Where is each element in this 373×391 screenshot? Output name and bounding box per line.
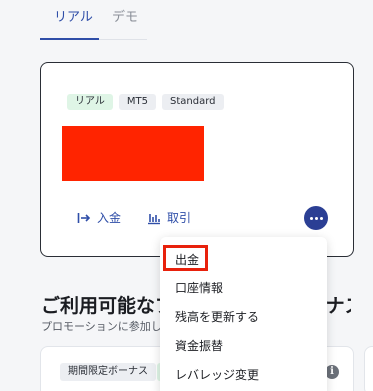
deposit-button[interactable]: 入金 [77, 209, 121, 226]
active-tab-indicator [40, 38, 99, 40]
badge-platform: MT5 [118, 94, 157, 110]
badge-account-type: リアル [67, 94, 113, 110]
account-options-menu: 出金 口座情報 残高を更新する 資金振替 レバレッジ変更 [160, 237, 327, 391]
more-options-button[interactable] [304, 206, 328, 230]
menu-item-change-leverage[interactable]: レバレッジ変更 [175, 366, 259, 383]
tab-demo[interactable]: デモ [112, 9, 138, 27]
info-icon[interactable]: i [325, 365, 339, 379]
menu-item-refresh-balance[interactable]: 残高を更新する [175, 308, 259, 325]
trade-button[interactable]: 取引 [147, 209, 191, 226]
tab-real[interactable]: リアル [54, 9, 93, 27]
account-card: リアル MT5 Standard 入金 取引 [40, 62, 354, 257]
redacted-balance [62, 126, 204, 181]
menu-item-withdraw[interactable]: 出金 [175, 251, 199, 268]
account-badges: リアル MT5 Standard [67, 94, 224, 110]
promo-badge: 期間限定ボーナス [60, 363, 156, 381]
more-dots-icon [309, 216, 313, 220]
menu-item-account-info[interactable]: 口座情報 [175, 279, 223, 296]
trade-label: 取引 [167, 211, 192, 225]
deposit-icon [77, 212, 91, 223]
next-promotion-card[interactable] [364, 346, 373, 391]
chart-icon [148, 213, 161, 224]
account-type-tabs: リアル デモ [40, 0, 147, 40]
account-actions: 入金 取引 [77, 209, 191, 226]
deposit-label: 入金 [97, 211, 122, 225]
badge-account-class: Standard [162, 94, 224, 110]
menu-item-transfer-funds[interactable]: 資金振替 [175, 337, 223, 354]
